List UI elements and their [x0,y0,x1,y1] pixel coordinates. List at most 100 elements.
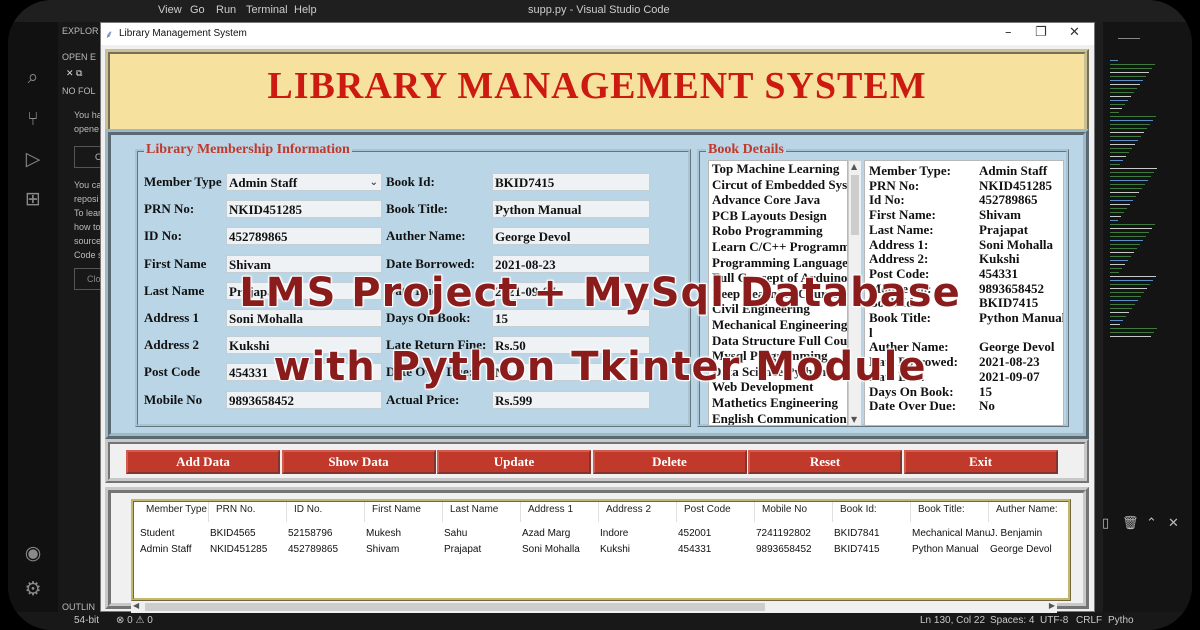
book-list-item[interactable]: Top Machine Learning [709,161,847,177]
table-cell: BKID7415 [834,544,880,555]
status-problems[interactable]: ⊗ 0 ⚠ 0 [116,615,153,626]
scroll-right-icon[interactable]: ▶ [1049,601,1055,610]
source-control-icon[interactable]: ⑂ [22,108,44,130]
table-column-header[interactable]: PRN No. [216,504,255,515]
table-column-header[interactable]: Member Type [146,504,207,515]
update-button[interactable]: Update [437,450,591,474]
minimap-line [1110,268,1122,269]
reset-button[interactable]: Reset [748,450,902,474]
scroll-thumb[interactable] [851,175,859,235]
no-folder-section[interactable]: NO FOL [62,86,96,96]
minimap-line [1110,112,1119,113]
chevron-down-icon[interactable]: ⌄ [370,174,378,190]
scroll-left-icon[interactable]: ◀ [133,601,139,610]
show-data-button[interactable]: Show Data [281,450,436,474]
book-list-item[interactable]: Mathetics Engineering [709,395,847,411]
close-panel-icon[interactable]: ✕ [1168,516,1179,531]
search-icon[interactable]: ⌕ [22,66,44,88]
status-encoding[interactable]: UTF-8 [1040,615,1068,626]
minimap-line [1110,132,1144,133]
table-column-header[interactable]: Post Code [684,504,731,515]
field-value: Admin Staff [229,175,298,190]
field-label: Auther Name: [386,228,466,244]
field-value: 452789865 [229,229,288,245]
table-column-header[interactable]: Last Name [450,504,498,515]
table-row[interactable]: Admin Staff NKID451285 452789865 Shivam Praj… [134,544,1068,560]
add-data-button[interactable]: Add Data [126,450,280,474]
hscroll-thumb[interactable] [145,603,765,611]
status-eol[interactable]: CRLF [1076,615,1102,626]
column-separator [754,502,755,522]
open-editors-section[interactable]: OPEN E [62,52,96,62]
minimap-line [1110,120,1153,121]
book-list-item[interactable]: Advance Core Java [709,192,847,208]
extensions-icon[interactable]: ⊞ [22,188,44,210]
menu-go[interactable]: Go [190,4,205,16]
field-entry[interactable]: 452789865 [226,227,382,246]
table-hscrollbar[interactable]: ◀ ▶ [131,601,1057,613]
book-list-item[interactable]: English Communication [709,411,847,426]
status-cursor-position[interactable]: Ln 130, Col 22 [920,615,985,626]
table-column-header[interactable]: ID No. [294,504,322,515]
book-list-item[interactable]: Mechanical Engineering [709,317,847,333]
detail-label: Address 1: [869,236,929,252]
book-list-item[interactable]: PCB Layouts Design [709,208,847,224]
title-banner: LIBRARY MANAGEMENT SYSTEM [105,49,1089,135]
table-column-header[interactable]: Book Title: [918,504,965,515]
field-entry[interactable]: BKID7415 [492,173,650,191]
restore-icon[interactable]: ❐ [1035,25,1047,40]
panel-maximize-icon[interactable]: ▯ [1102,516,1109,531]
close-all-icon[interactable]: ✕ ⧉ [66,68,82,79]
table-column-header[interactable]: Address 2 [606,504,651,515]
table-column-header[interactable]: Mobile No [762,504,807,515]
table-column-header[interactable]: First Name [372,504,421,515]
settings-gear-icon[interactable]: ⚙ [22,578,44,600]
book-list-item[interactable]: Programming Language [709,255,847,271]
table-column-header[interactable]: Address 1 [528,504,573,515]
column-separator [832,502,833,522]
account-icon[interactable]: ◉ [22,542,44,564]
menu-view[interactable]: View [158,4,182,16]
menu-terminal[interactable]: Terminal [246,4,288,16]
field-value: 9893658452 [229,392,294,408]
detail-label: Address 2: [869,251,929,267]
status-indentation[interactable]: Spaces: 4 [990,615,1034,626]
book-list-item[interactable]: Learn C/C++ Programming [709,239,847,255]
overlay-caption-line2: with Python Tkinter Module [273,344,927,390]
field-label: Mobile No [144,391,203,407]
field-entry[interactable]: Rs.599 [492,390,650,409]
minimap-line [1110,216,1121,217]
menu-help[interactable]: Help [294,4,317,16]
chevron-up-icon[interactable]: ⌃ [1146,516,1157,531]
table-row[interactable]: Student BKID4565 52158796 Mukesh Sahu Azad Ma… [134,528,1068,544]
minimap-line [1110,252,1134,253]
field-entry[interactable]: George Devol [492,227,650,246]
run-debug-icon[interactable]: ▷ [22,148,44,170]
scroll-down-icon[interactable]: ▼ [851,415,857,424]
records-table[interactable]: Member Type PRN No. ID No. First Name Last N… [131,499,1071,601]
close-icon[interactable]: ✕ [1069,25,1080,40]
field-entry[interactable]: NKID451285 [226,200,382,219]
status-interpreter[interactable]: 54-bit [74,615,99,626]
table-cell: BKID7841 [834,528,880,539]
book-list-item[interactable]: Circut of Embedded System [709,177,847,193]
book-list-item[interactable]: Robo Programming [709,223,847,239]
minimize-icon[interactable]: – [1005,25,1012,40]
trash-icon[interactable]: 🗑 [1122,516,1139,531]
minimap-line [1110,156,1126,157]
delete-button[interactable]: Delete [592,450,747,474]
exit-button[interactable]: Exit [903,450,1058,474]
field-entry[interactable]: 9893658452 [226,390,382,409]
minimap-line [1110,200,1133,201]
table-column-header[interactable]: Book Id: [840,504,877,515]
minimap-line [1110,204,1130,205]
status-language[interactable]: Pytho [1108,615,1134,626]
scroll-up-icon[interactable]: ▲ [851,162,857,171]
menu-run[interactable]: Run [216,4,236,16]
field-entry[interactable]: Python Manual [492,200,650,219]
member-type-combobox[interactable]: Admin Staff ⌄ [226,173,382,191]
minimap-line [1110,316,1126,317]
outline-section[interactable]: OUTLIN [62,602,95,612]
field-value: Rs.599 [495,392,533,408]
table-column-header[interactable]: Auther Name: [996,504,1058,515]
